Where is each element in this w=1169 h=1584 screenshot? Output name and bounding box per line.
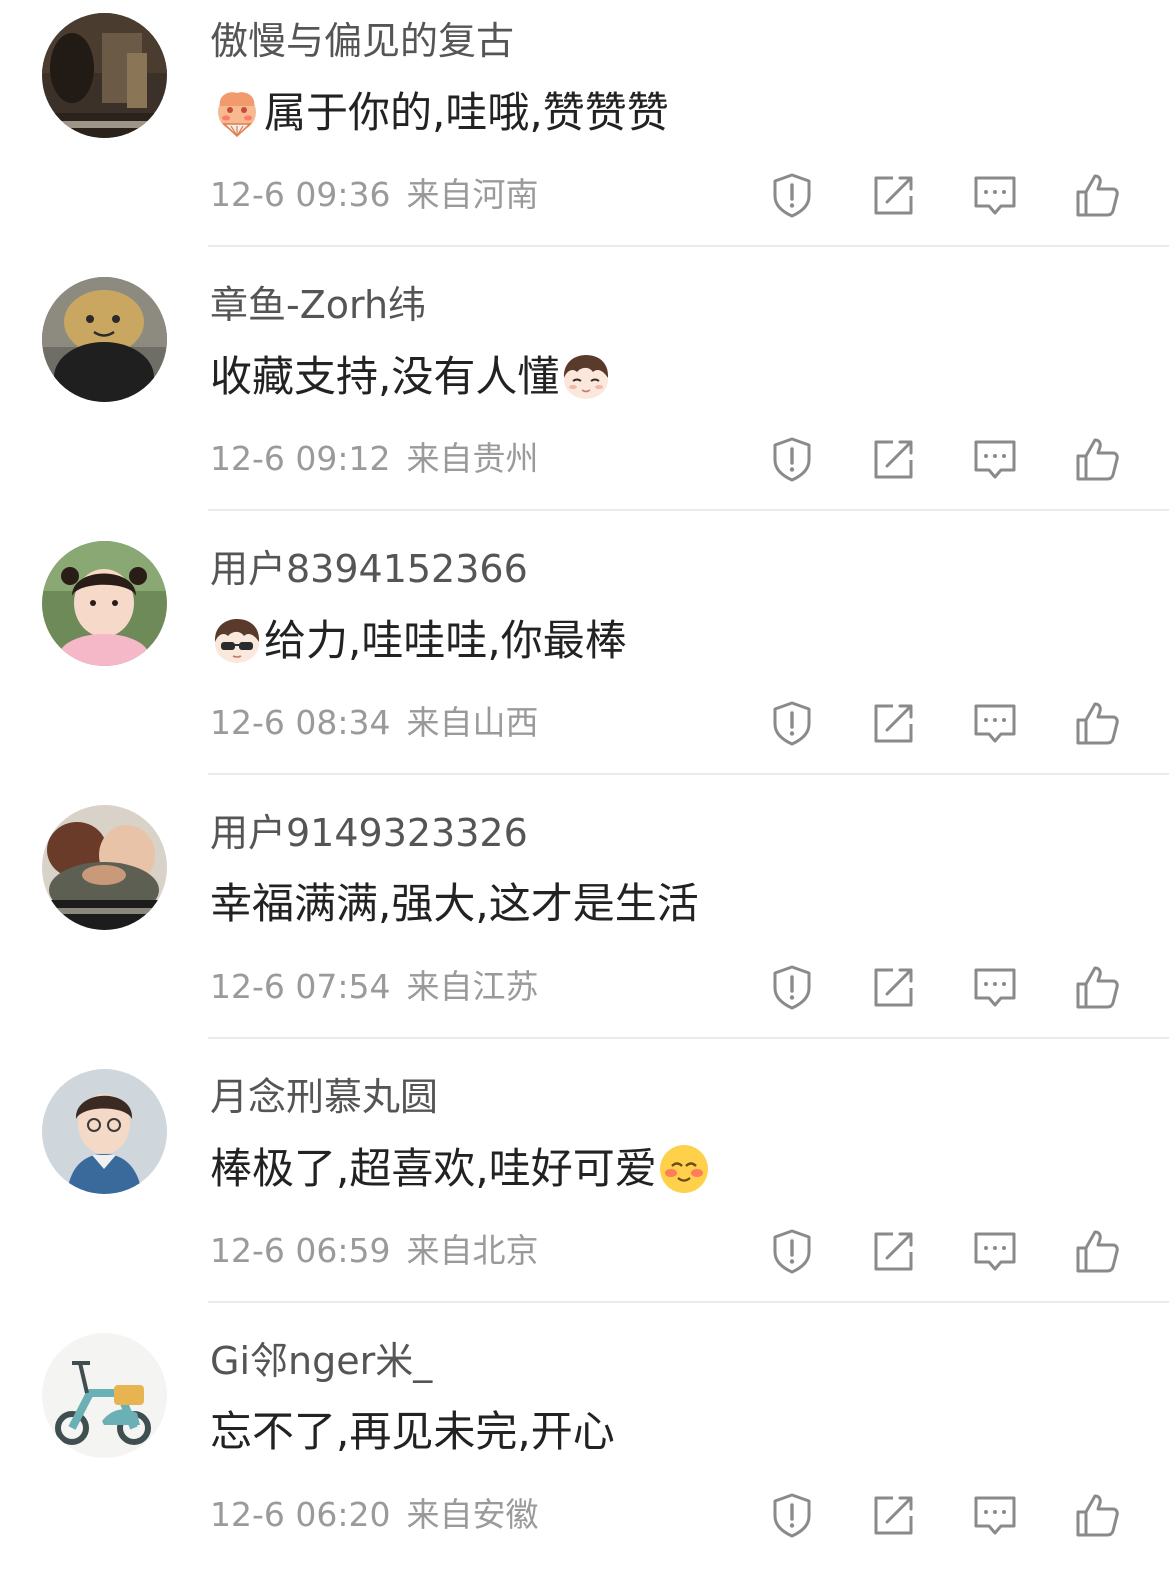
avatar[interactable] (42, 805, 167, 930)
comment-meta: 12-6 09:12 来自贵州 (210, 434, 539, 484)
username[interactable]: Gi邻nger米_ (210, 1336, 432, 1386)
comment-meta: 12-6 09:36 来自河南 (210, 170, 539, 220)
repost-icon[interactable] (869, 962, 919, 1012)
comment-text: 属于你的,哇哦,赞赞赞 (210, 86, 669, 140)
divider (208, 773, 1169, 775)
repost-icon[interactable] (869, 170, 919, 220)
avatar[interactable] (42, 13, 167, 138)
timestamp: 12-6 09:36 (210, 175, 391, 214)
comment-body: 棒极了,超喜欢,哇好可爱 (210, 1144, 657, 1193)
comment-text: 收藏支持,没有人懂 (210, 350, 613, 404)
repost-icon[interactable] (869, 434, 919, 484)
divider (208, 245, 1169, 247)
location: 来自江苏 (406, 967, 539, 1006)
reply-icon[interactable] (970, 170, 1020, 220)
location: 来自安徽 (406, 1495, 539, 1534)
comment-item: 月念刑慕丸圆 棒极了,超喜欢,哇好可爱 12-6 06:59 来自北京 (0, 1056, 1169, 1320)
repost-icon[interactable] (869, 1226, 919, 1276)
report-icon[interactable] (767, 170, 817, 220)
like-icon[interactable] (1072, 1490, 1122, 1540)
comment-item: 用户8394152366 给力,哇哇哇,你最棒 12-6 08:34 来自山西 (0, 528, 1169, 792)
divider (208, 1301, 1169, 1303)
comment-text: 给力,哇哇哇,你最棒 (210, 614, 627, 668)
comment-body: 忘不了,再见未完,开心 (210, 1407, 615, 1456)
username[interactable]: 章鱼-Zorh纬 (210, 280, 426, 330)
comment-meta: 12-6 07:54 来自江苏 (210, 962, 539, 1012)
comment-body: 给力,哇哇哇,你最棒 (264, 616, 627, 665)
avatar[interactable] (42, 1069, 167, 1194)
divider (208, 1037, 1169, 1039)
reply-icon[interactable] (970, 1226, 1020, 1276)
report-icon[interactable] (767, 698, 817, 748)
comment-item: 用户9149323326 幸福满满,强大,这才是生活 12-6 07:54 来自江… (0, 792, 1169, 1056)
timestamp: 12-6 06:59 (210, 1231, 391, 1270)
comment-meta: 12-6 06:59 来自北京 (210, 1226, 539, 1276)
comment-body: 属于你的,哇哦,赞赞赞 (264, 88, 669, 137)
username[interactable]: 傲慢与偏见的复古 (210, 16, 514, 66)
report-icon[interactable] (767, 962, 817, 1012)
avatar[interactable] (42, 541, 167, 666)
location: 来自贵州 (406, 439, 539, 478)
report-icon[interactable] (767, 1490, 817, 1540)
comment-meta: 12-6 06:20 来自安徽 (210, 1490, 539, 1540)
location: 来自河南 (406, 175, 539, 214)
comment-meta: 12-6 08:34 来自山西 (210, 698, 539, 748)
like-icon[interactable] (1072, 1226, 1122, 1276)
divider (208, 509, 1169, 511)
avatar[interactable] (42, 277, 167, 402)
like-icon[interactable] (1072, 434, 1122, 484)
timestamp: 12-6 09:12 (210, 439, 391, 478)
comment-text: 棒极了,超喜欢,哇好可爱 (210, 1142, 711, 1196)
avatar[interactable] (42, 1333, 167, 1458)
reply-icon[interactable] (970, 962, 1020, 1012)
comment-body: 收藏支持,没有人懂 (210, 352, 560, 401)
report-icon[interactable] (767, 1226, 817, 1276)
location: 来自北京 (406, 1231, 539, 1270)
report-icon[interactable] (767, 434, 817, 484)
reply-icon[interactable] (970, 1490, 1020, 1540)
location: 来自山西 (406, 703, 539, 742)
shy-fan-emoji (210, 86, 264, 140)
repost-icon[interactable] (869, 698, 919, 748)
comment-item: 傲慢与偏见的复古 属于你的,哇哦,赞赞赞 12-6 09:36 来自河南 (0, 0, 1169, 264)
like-icon[interactable] (1072, 698, 1122, 748)
username[interactable]: 月念刑慕丸圆 (210, 1072, 438, 1122)
timestamp: 12-6 06:20 (210, 1495, 391, 1534)
comment-item: 章鱼-Zorh纬 收藏支持,没有人懂 12-6 09:12 来自贵州 (0, 264, 1169, 528)
blush-smile-emoji (657, 1142, 711, 1196)
comment-text: 忘不了,再见未完,开心 (210, 1406, 615, 1458)
boy-face-emoji (559, 350, 613, 404)
like-icon[interactable] (1072, 170, 1122, 220)
comment-text: 幸福满满,强大,这才是生活 (210, 878, 699, 930)
username[interactable]: 用户9149323326 (210, 808, 528, 858)
comment-item: Gi邻nger米_ 忘不了,再见未完,开心 12-6 06:20 来自安徽 (0, 1320, 1169, 1584)
timestamp: 12-6 08:34 (210, 703, 391, 742)
like-icon[interactable] (1072, 962, 1122, 1012)
reply-icon[interactable] (970, 434, 1020, 484)
comment-body: 幸福满满,强大,这才是生活 (210, 879, 699, 928)
reply-icon[interactable] (970, 698, 1020, 748)
cool-boy-emoji (210, 614, 264, 668)
username[interactable]: 用户8394152366 (210, 544, 528, 594)
timestamp: 12-6 07:54 (210, 967, 391, 1006)
repost-icon[interactable] (869, 1490, 919, 1540)
